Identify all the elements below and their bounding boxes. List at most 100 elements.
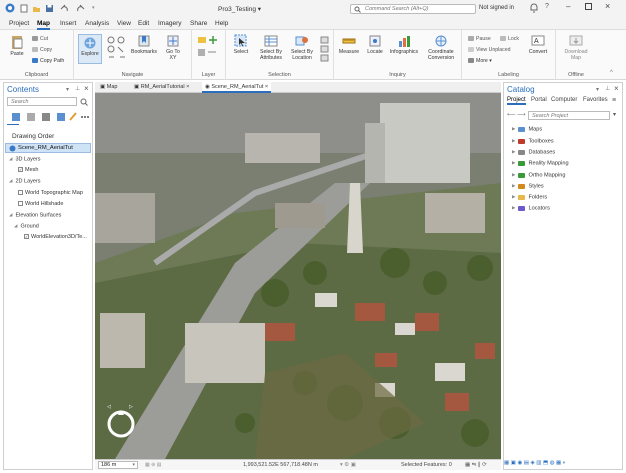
- notifications-icon[interactable]: [529, 3, 539, 13]
- save-icon[interactable]: [45, 4, 54, 13]
- tab-insert[interactable]: Insert: [60, 20, 76, 27]
- catalog-search-input[interactable]: Search Project: [528, 111, 610, 120]
- tab-share[interactable]: Share: [190, 20, 207, 27]
- open-icon[interactable]: [32, 4, 41, 13]
- catalog-item-ortho-mapping[interactable]: ▶ Ortho Mapping: [512, 172, 565, 178]
- catalog-pin-icon[interactable]: ⊥: [605, 85, 610, 92]
- mesh-checkbox[interactable]: ✓: [18, 167, 23, 173]
- lock-labels-button[interactable]: Lock: [500, 36, 519, 42]
- 2d-layers-group[interactable]: ◢ 2D Layers: [9, 178, 41, 184]
- tab-rm-aerial[interactable]: ▣ RM_AerialTutorial ×: [131, 82, 192, 93]
- status-tools-icon[interactable]: ▦ ⊕ ▤: [145, 462, 161, 468]
- signed-in-status[interactable]: Not signed in: [479, 5, 514, 11]
- goto-xy-button[interactable]: Go To XY: [162, 34, 184, 61]
- customize-icon[interactable]: ▾: [92, 5, 95, 11]
- maximize-button[interactable]: [585, 3, 592, 10]
- world-elevation-checkbox[interactable]: ✓: [24, 234, 29, 240]
- redo-icon[interactable]: [76, 4, 85, 13]
- close-button[interactable]: ×: [605, 1, 610, 11]
- paste-button[interactable]: Paste: [6, 34, 28, 57]
- bottom-pane-tabs[interactable]: ▦ ▣ ◉ ▤ ◈ ▥ ⬒ ◍ ▦ ◐: [504, 460, 622, 470]
- select-by-attributes-button[interactable]: Select By Attributes: [256, 34, 286, 61]
- catalog-tab-portal[interactable]: Portal: [531, 97, 547, 103]
- catalog-tab-project[interactable]: Project: [507, 97, 526, 105]
- more-labeling-button[interactable]: More ▾: [468, 58, 492, 64]
- catalog-item-reality-mapping[interactable]: ▶ Reality Mapping: [512, 160, 569, 166]
- explore-button[interactable]: Explore: [78, 34, 102, 64]
- ground-group[interactable]: ◢ Ground: [14, 223, 39, 229]
- forward-arrow-icon[interactable]: ⟶: [517, 111, 526, 118]
- tab-help[interactable]: Help: [215, 20, 228, 27]
- catalog-tab-favorites[interactable]: Favorites: [583, 97, 608, 103]
- pin-icon[interactable]: ⊥: [75, 85, 80, 92]
- tab-view[interactable]: View: [117, 20, 131, 27]
- hillshade-layer-row[interactable]: World Hillshade: [18, 201, 63, 207]
- tab-imagery[interactable]: Imagery: [158, 20, 181, 27]
- locate-button[interactable]: Locate: [364, 34, 386, 55]
- download-map-button[interactable]: Download Map: [559, 34, 593, 61]
- back-arrow-icon[interactable]: ⟵: [507, 111, 516, 118]
- convert-button[interactable]: A Convert: [524, 34, 552, 55]
- select-button[interactable]: Select: [230, 34, 252, 55]
- contents-menu-icon[interactable]: ▾: [66, 86, 69, 93]
- catalog-item-databases[interactable]: ▶ Databases: [512, 149, 555, 155]
- contents-search-icon[interactable]: [80, 98, 88, 106]
- catalog-search-dropdown-icon[interactable]: ▾: [613, 111, 616, 118]
- hillshade-checkbox[interactable]: [18, 201, 23, 207]
- tab-map-view[interactable]: ▣ Map: [97, 82, 120, 93]
- selected-features-count[interactable]: Selected Features: 0: [401, 462, 452, 468]
- minimize-button[interactable]: –: [566, 2, 570, 11]
- catalog-menu-icon[interactable]: ▾: [596, 86, 599, 93]
- coordinate-conversion-button[interactable]: Coordinate Conversion: [424, 34, 458, 61]
- cut-button[interactable]: Cut: [32, 36, 48, 42]
- tab-edit[interactable]: Edit: [138, 20, 149, 27]
- selection-tools-icon[interactable]: [320, 36, 330, 62]
- help-icon[interactable]: ?: [545, 3, 549, 10]
- catalog-close-icon[interactable]: ×: [614, 84, 619, 93]
- zoom-tools-icon[interactable]: [106, 35, 126, 63]
- contents-toolbar[interactable]: [10, 111, 90, 123]
- elevation-surfaces-group[interactable]: ◢ Elevation Surfaces: [9, 212, 61, 218]
- topo-checkbox[interactable]: [18, 190, 23, 196]
- tab-analysis[interactable]: Analysis: [85, 20, 109, 27]
- new-project-icon[interactable]: [20, 4, 28, 13]
- copy-path-button[interactable]: Copy Path: [32, 58, 64, 64]
- scale-field[interactable]: 186 m ▾: [98, 461, 138, 469]
- tab-scene[interactable]: ◉ Scene_RM_AerialTut ×: [202, 82, 272, 93]
- catalog-item-maps[interactable]: ▶ Maps: [512, 126, 542, 132]
- contents-search-input[interactable]: Search: [7, 97, 77, 106]
- catalog-item-locators[interactable]: ▶ Locators: [512, 205, 550, 211]
- bookmarks-button[interactable]: Bookmarks: [130, 34, 158, 55]
- tab-map[interactable]: Map: [37, 20, 50, 30]
- catalog-options-icon[interactable]: ≡: [612, 97, 616, 104]
- scene-row[interactable]: Scene_RM_AerialTut: [5, 143, 91, 153]
- infographics-button[interactable]: Infographics: [388, 34, 420, 55]
- undo-icon[interactable]: [60, 4, 69, 13]
- map-view[interactable]: ▣ Map ▣ RM_AerialTutorial × ◉ Scene_RM_A…: [95, 82, 501, 470]
- copy-button[interactable]: Copy: [32, 47, 52, 53]
- status-view-controls[interactable]: ▦ ⇋ ∥ ⟳: [465, 462, 487, 468]
- catalog-title: Catalog: [507, 85, 535, 94]
- project-name[interactable]: Pro3_Testing ▾: [218, 5, 261, 13]
- world-elevation-row[interactable]: ✓ WorldElevation3D/Te...: [24, 234, 87, 240]
- status-settings-icon[interactable]: ▾ ⚙ ▣: [340, 462, 356, 468]
- topo-layer-row[interactable]: World Topographic Map: [18, 190, 83, 196]
- catalog-tab-computer[interactable]: Computer: [551, 97, 577, 103]
- view-unplaced-button[interactable]: View Unplaced: [468, 47, 511, 53]
- measure-button[interactable]: Measure: [336, 34, 362, 55]
- mesh-layer-row[interactable]: ✓ Mesh: [18, 167, 38, 173]
- catalog-item-folders[interactable]: ▶ Folders: [512, 194, 547, 200]
- contents-close-icon[interactable]: ×: [84, 84, 89, 93]
- pause-labels-button[interactable]: Pause: [468, 36, 491, 42]
- command-search-input[interactable]: Command Search (Alt+Q): [350, 4, 476, 14]
- aerial-3d-scene[interactable]: [95, 93, 501, 459]
- select-by-location-button[interactable]: Select By Location: [288, 34, 316, 61]
- add-data-icon[interactable]: [197, 35, 221, 61]
- catalog-item-toolboxes[interactable]: ▶ Toolboxes: [512, 138, 554, 144]
- tab-project[interactable]: Project: [9, 20, 29, 27]
- collapse-ribbon-icon[interactable]: ^: [610, 70, 613, 76]
- 3d-layers-group[interactable]: ◢ 3D Layers: [9, 156, 41, 162]
- expand-icon: ▶: [512, 138, 516, 143]
- catalog-item-styles[interactable]: ▶ Styles: [512, 183, 544, 189]
- navigator-compass-icon[interactable]: ◁ ▷: [103, 402, 139, 442]
